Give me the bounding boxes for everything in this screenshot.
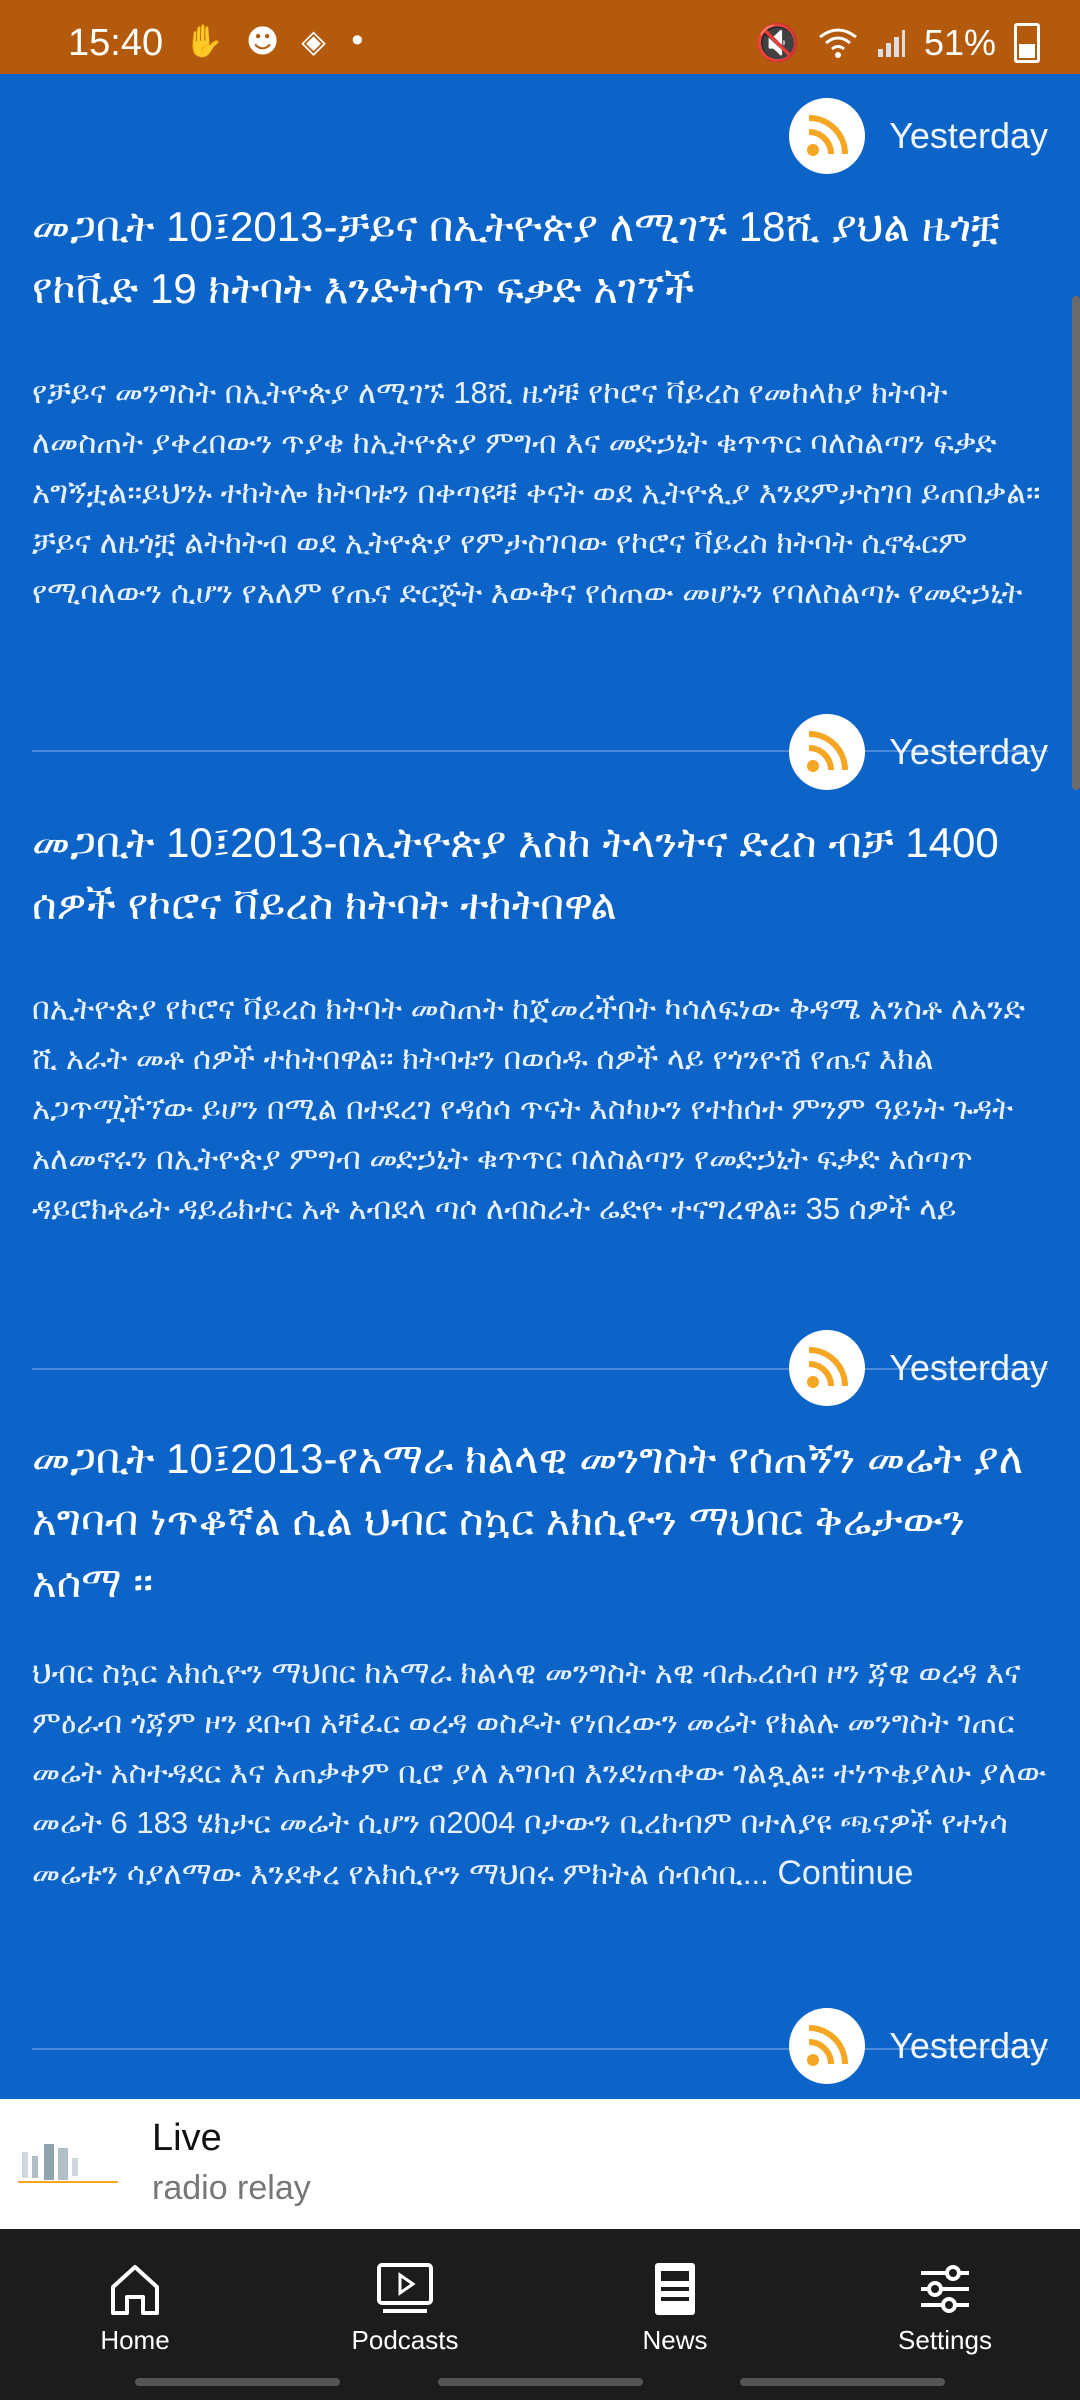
rss-icon: [789, 98, 866, 174]
article-meta: Yesterday: [789, 1328, 1048, 1408]
wifi-icon: [819, 28, 857, 58]
article-title[interactable]: መጋቢት 10፤2013-ቻይና በኢትዮጵያ ለሚገኙ 18ሺ ያህል ዜጎቿ…: [32, 196, 1048, 320]
article-date: Yesterday: [889, 2025, 1048, 2066]
gesture-bar-right: [740, 2378, 945, 2386]
article-meta: Yesterday: [789, 2006, 1048, 2086]
dot-icon: •: [347, 22, 367, 60]
battery-percent: 51%: [923, 22, 996, 63]
podcast-video-icon: [377, 2263, 433, 2313]
status-notification-icons: ✋ ☻ ◈ •: [184, 22, 367, 60]
article-date: Yesterday: [889, 115, 1048, 156]
nav-news[interactable]: News: [575, 2257, 775, 2356]
rss-icon: [789, 2008, 866, 2084]
rss-icon: [789, 1330, 866, 1406]
nav-home[interactable]: Home: [35, 2257, 235, 2356]
article-meta: Yesterday: [789, 712, 1048, 792]
nav-podcasts-label: Podcasts: [351, 2325, 459, 2355]
article-summary: የቻይና መንግስት በኢትዮጵያ ለሚገኙ 18ሺ ዜጎቹ የኮሮና ቫይረስ…: [32, 375, 1041, 610]
signal-icon: [877, 30, 905, 57]
article-title[interactable]: መጋቢት 10፤2013-በኢትዮጵያ እስከ ትላንትና ድረስ ብቻ 140…: [32, 812, 1048, 936]
article-title[interactable]: መጋቢት 10፤2013-የአማራ ክልላዊ መንግስት የሰጠኝን መሬት ያ…: [32, 1428, 1048, 1614]
sliders-icon: [921, 2265, 969, 2313]
hand-icon: ✋: [184, 22, 224, 60]
article-summary: በኢትዮጵያ የኮሮና ቫይረስ ክትባት መስጠት ከጀመረችበት ካሳለፍነ…: [32, 991, 1025, 1226]
emoji-icon: ☻: [245, 22, 280, 60]
player-title: Live: [152, 2117, 222, 2159]
article-date: Yesterday: [889, 1347, 1048, 1388]
article-card[interactable]: Yesterday: [32, 2006, 1048, 2099]
status-bar: 15:40 ✋ ☻ ◈ • 🔇 51%: [0, 0, 1080, 74]
article-card[interactable]: Yesterday መጋቢት 10፤2013-በኢትዮጵያ እስከ ትላንትና …: [32, 712, 1048, 1372]
continue-link[interactable]: Continue: [777, 1854, 913, 1892]
article-card[interactable]: Yesterday መጋቢት 10፤2013-ቻይና በኢትዮጵያ ለሚገኙ 1…: [32, 96, 1048, 754]
mini-player[interactable]: Live radio relay: [0, 2099, 1080, 2229]
mute-icon: 🔇: [755, 22, 800, 63]
status-time: 15:40: [68, 22, 164, 64]
nav-settings-label: Settings: [898, 2325, 992, 2355]
gesture-bar-center: [438, 2378, 643, 2386]
scrollbar[interactable]: [1072, 296, 1080, 790]
article-meta: Yesterday: [789, 96, 1048, 176]
status-system-icons: 🔇 51%: [755, 22, 1040, 64]
nav-home-label: Home: [100, 2325, 170, 2355]
nav-settings[interactable]: Settings: [845, 2257, 1045, 2356]
news-icon: [655, 2263, 695, 2315]
home-icon: [111, 2265, 159, 2315]
bottom-navigation: Home Podcasts News Settings: [0, 2229, 1080, 2400]
player-subtitle: radio relay: [152, 2169, 311, 2207]
rss-icon: [789, 714, 866, 790]
battery-icon: [1014, 23, 1040, 63]
article-card[interactable]: Yesterday መጋቢት 10፤2013-የአማራ ክልላዊ መንግስት የ…: [32, 1328, 1048, 2058]
nav-news-label: News: [642, 2325, 708, 2355]
article-date: Yesterday: [889, 731, 1048, 772]
news-feed[interactable]: Yesterday መጋቢት 10፤2013-ቻይና በኢትዮጵያ ለሚገኙ 1…: [0, 74, 1080, 2099]
nav-podcasts[interactable]: Podcasts: [305, 2257, 505, 2356]
stack-icon: ◈: [301, 22, 326, 60]
gesture-bar-left: [135, 2378, 340, 2386]
station-thumbnail: [18, 2144, 118, 2183]
article-summary: ህብር ስኳር አክሲዮን ማህበር ከአማራ ክልላዊ መንግስት አዊ ብሔ…: [32, 1648, 1048, 2003]
